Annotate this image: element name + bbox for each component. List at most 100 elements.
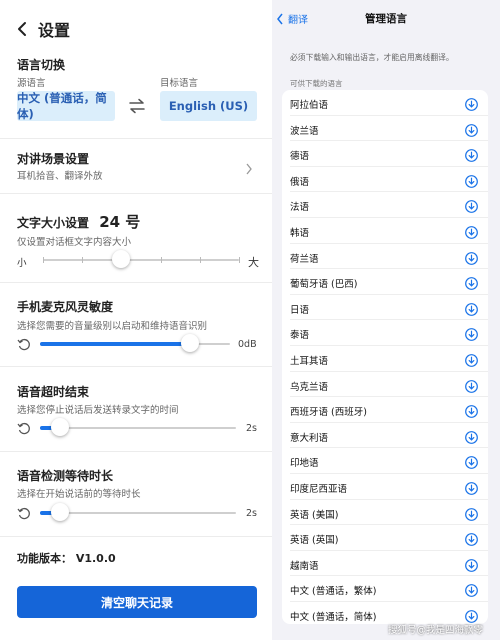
scene-title: 对讲场景设置 — [17, 152, 90, 166]
language-row[interactable]: 中文 (普通话，简体) — [282, 602, 488, 624]
chevron-left-icon[interactable] — [14, 20, 32, 38]
download-icon[interactable] — [465, 275, 478, 291]
target-lang-label: 目标语言 — [160, 78, 199, 89]
language-name: 葡萄牙语 (巴西) — [290, 279, 358, 291]
language-row[interactable]: 英语 (英国) — [282, 525, 488, 551]
mic-sensitivity-slider[interactable] — [40, 334, 230, 352]
download-icon[interactable] — [465, 506, 478, 521]
download-icon[interactable] — [465, 326, 478, 342]
language-row[interactable]: 印地语 — [282, 448, 488, 474]
language-row[interactable]: 意大利语 — [282, 423, 488, 449]
target-lang-button[interactable]: English (US) — [160, 91, 257, 121]
download-icon[interactable] — [465, 301, 478, 316]
language-row[interactable]: 俄语 — [282, 167, 488, 193]
language-row[interactable]: 波兰语 — [282, 116, 488, 142]
language-row[interactable]: 西班牙语 (西班牙) — [282, 397, 488, 423]
download-icon[interactable] — [465, 557, 478, 572]
text-size-value: 24 号 — [99, 213, 141, 231]
language-name: 印度尼西亚语 — [290, 484, 348, 495]
reset-icon[interactable] — [17, 337, 31, 351]
timeout-slider[interactable] — [40, 418, 236, 436]
download-icon[interactable] — [465, 96, 478, 111]
offline-note: 必须下载输入和输出语言，才能启用离线翻译。 — [290, 53, 454, 62]
mic-subtitle: 选择您需要的音量级别以启动和维持语音识别 — [17, 321, 208, 332]
language-name: 荷兰语 — [290, 253, 319, 265]
download-icon[interactable] — [465, 429, 478, 444]
slider-knob[interactable] — [50, 418, 69, 436]
language-row[interactable]: 日语 — [282, 295, 488, 321]
slider-tick — [199, 257, 201, 263]
slider-tick — [160, 257, 162, 263]
available-languages-header: 可供下载的语言 — [290, 79, 343, 88]
wait-slider[interactable] — [40, 503, 236, 521]
language-list: 阿拉伯语 波兰语德语俄语法语韩语荷兰语葡萄牙语 (巴西) 日语泰语土耳其语乌克兰语西… — [282, 90, 488, 624]
language-row[interactable]: 英语 (美国) — [282, 500, 488, 526]
clear-chat-button[interactable]: 清空聊天记录 — [17, 586, 257, 618]
slider-track — [40, 427, 236, 429]
language-row[interactable]: 越南语 — [282, 551, 488, 577]
watermark-text: 搜狐号@我是四海飘零 — [388, 625, 484, 636]
wait-title: 语音检测等待时长 — [17, 469, 114, 483]
slider-tick — [239, 257, 240, 263]
language-row[interactable]: 葡萄牙语 (巴西) — [282, 269, 488, 295]
slider-tick — [43, 257, 44, 263]
language-name: 法语 — [290, 202, 310, 214]
download-icon[interactable] — [465, 378, 478, 393]
download-icon[interactable] — [465, 122, 478, 137]
language-row[interactable]: 中文 (普通话，繁体) — [282, 576, 488, 602]
language-row[interactable]: 乌克兰语 — [282, 372, 488, 398]
slider-track — [40, 512, 236, 514]
wait-subtitle: 选择在开始说话前的等待时长 — [17, 489, 141, 500]
download-icon[interactable] — [465, 403, 478, 419]
language-name: 日语 — [290, 304, 310, 316]
reset-icon[interactable] — [17, 421, 31, 435]
text-size-slider[interactable] — [43, 250, 240, 268]
language-row[interactable]: 土耳其语 — [282, 346, 488, 372]
settings-header: 设置 — [14, 17, 70, 41]
divider — [0, 451, 272, 452]
download-icon[interactable] — [465, 173, 478, 188]
download-icon[interactable] — [465, 454, 478, 470]
language-name: 土耳其语 — [290, 356, 329, 367]
download-icon[interactable] — [465, 582, 478, 598]
language-name: 西班牙语 (西班牙) — [290, 407, 367, 419]
mic-title: 手机麦克风灵敏度 — [17, 300, 114, 314]
source-lang-label: 源语言 — [17, 78, 46, 89]
download-icon[interactable] — [465, 608, 478, 623]
language-row[interactable]: 阿拉伯语 — [282, 90, 488, 116]
download-icon[interactable] — [465, 250, 478, 265]
divider — [0, 138, 272, 139]
slider-knob[interactable] — [50, 503, 69, 521]
language-row[interactable]: 泰语 — [282, 320, 488, 346]
page-title: 设置 — [38, 21, 71, 40]
language-name: 德语 — [290, 151, 310, 163]
language-name: 中文 (普通话，繁体) — [290, 586, 377, 598]
slider-knob[interactable] — [181, 334, 200, 352]
download-icon[interactable] — [465, 198, 478, 214]
download-icon[interactable] — [465, 352, 478, 367]
language-name: 俄语 — [290, 176, 310, 188]
language-row[interactable]: 德语 — [282, 141, 488, 167]
text-size-title: 文字大小设置 24 号 — [17, 211, 140, 232]
text-size-label: 文字大小设置 — [17, 216, 90, 230]
language-row[interactable]: 韩语 — [282, 218, 488, 244]
source-lang-button[interactable]: 中文 (普通话，简体) — [17, 91, 115, 121]
chevron-right-icon[interactable] — [245, 160, 253, 175]
language-row[interactable]: 印度尼西亚语 — [282, 474, 488, 500]
download-icon[interactable] — [465, 480, 478, 495]
language-row[interactable]: 法语 — [282, 192, 488, 218]
language-name: 泰语 — [290, 330, 310, 342]
reset-icon[interactable] — [17, 506, 31, 520]
download-icon[interactable] — [465, 147, 478, 163]
download-icon[interactable] — [465, 531, 478, 547]
divider — [0, 282, 272, 283]
slider-tick — [82, 257, 84, 263]
download-icon[interactable] — [465, 224, 478, 239]
swap-arrows-icon[interactable] — [128, 98, 146, 114]
text-size-min-label: 小 — [17, 258, 27, 269]
language-row[interactable]: 荷兰语 — [282, 244, 488, 270]
timeout-value: 2s — [246, 423, 257, 434]
wait-value: 2s — [246, 508, 257, 519]
slider-knob[interactable] — [112, 250, 131, 268]
timeout-title: 语音超时结束 — [17, 385, 90, 399]
